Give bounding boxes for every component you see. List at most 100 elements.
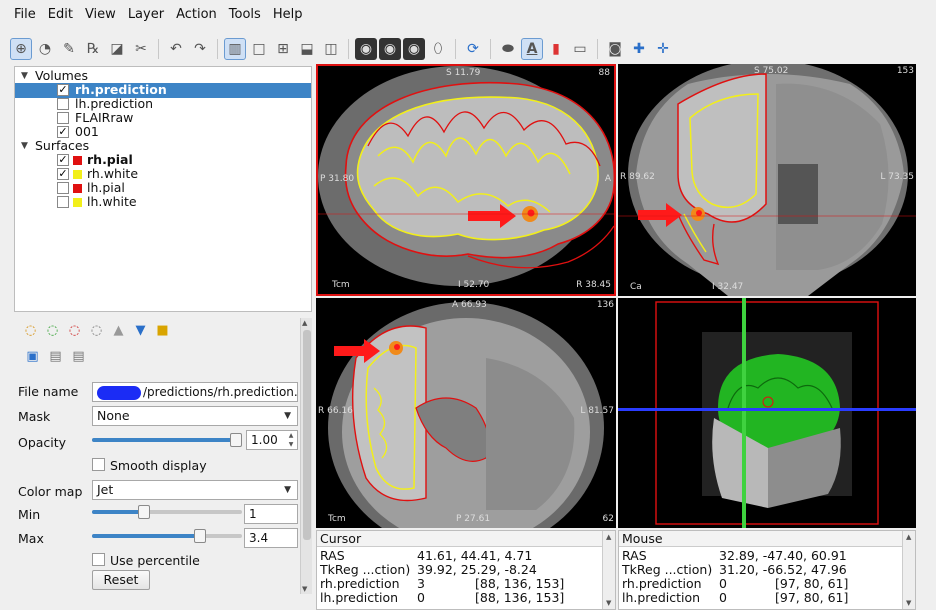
coronal-view[interactable]: S 75.02 153 R 89.62 L 73.35 I 32.47 Ca xyxy=(618,64,916,296)
scroll-up-icon[interactable]: ▲ xyxy=(906,533,911,541)
menu-edit[interactable]: Edit xyxy=(48,7,73,22)
mouse-row-value[interactable]: 0 xyxy=(719,577,727,591)
measure-tool-icon[interactable]: ◔ xyxy=(34,38,56,60)
cursor-row-value[interactable]: 0 xyxy=(417,591,425,605)
layer-tree[interactable]: ▼ Volumes ✓ rh.prediction lh.prediction … xyxy=(14,66,312,312)
show-colorbar-icon[interactable]: ▮ xyxy=(545,38,567,60)
visibility-checkbox[interactable] xyxy=(57,112,69,124)
navigate-tool-icon[interactable]: ⊕ xyxy=(10,38,32,60)
scroll-up-icon[interactable]: ▲ xyxy=(302,319,307,327)
max-slider[interactable] xyxy=(92,529,242,543)
show-coordinate-icon[interactable]: ▭ xyxy=(569,38,591,60)
copy-icon[interactable]: ▤ xyxy=(47,348,64,365)
smooth-display-checkbox[interactable] xyxy=(92,458,105,471)
menu-view[interactable]: View xyxy=(85,7,116,22)
view-3d-icon[interactable]: ⬯ xyxy=(427,38,449,60)
opacity-slider-handle[interactable] xyxy=(230,433,242,447)
save-volume-icon[interactable]: ◌ xyxy=(88,322,105,339)
scroll-down-icon[interactable]: ▼ xyxy=(606,599,611,607)
sagittal-view[interactable]: S 11.79 88 P 31.80 A I 52.70 R 38.45 Tcm xyxy=(316,64,616,296)
spin-arrows-icon[interactable]: ▲ ▼ xyxy=(286,431,296,449)
move-up-icon[interactable]: ▲ xyxy=(110,322,127,339)
menu-action[interactable]: Action xyxy=(176,7,217,22)
recon-edit-icon[interactable]: ℞ xyxy=(82,38,104,60)
visibility-checkbox[interactable]: ✓ xyxy=(57,84,69,96)
cursor-row-value[interactable]: 41.61, 44.41, 4.71 xyxy=(417,549,532,563)
opacity-slider[interactable] xyxy=(92,433,242,447)
cursor-row-value[interactable]: 39.92, 25.29, -8.24 xyxy=(417,563,537,577)
reset-button[interactable]: Reset xyxy=(92,570,150,590)
tree-item-rh-pial[interactable]: ✓ rh.pial xyxy=(15,153,311,167)
new-volume-icon[interactable]: ◌ xyxy=(44,322,61,339)
axial-view[interactable]: A 66.93 136 R 66.16 L 81.57 P 27.61 Tcm … xyxy=(316,298,616,528)
visibility-checkbox[interactable] xyxy=(57,182,69,194)
min-slider[interactable] xyxy=(92,505,242,519)
layout-1x3-horizontal-icon[interactable]: ⬓ xyxy=(296,38,318,60)
tree-item-rh-prediction[interactable]: ✓ rh.prediction xyxy=(15,83,311,98)
tree-item-flairraw[interactable]: FLAIRraw xyxy=(15,111,311,125)
mouse-row-value[interactable]: 0 xyxy=(719,591,727,605)
scroll-up-icon[interactable]: ▲ xyxy=(606,533,611,541)
properties-scrollbar[interactable]: ▲ ▼ xyxy=(300,318,312,594)
layout-3x1-icon[interactable]: ◫ xyxy=(320,38,342,60)
reset-view-icon[interactable]: ⟳ xyxy=(462,38,484,60)
view-axial-icon[interactable]: ◉ xyxy=(403,38,425,60)
show-surface-icon[interactable]: ⬬ xyxy=(497,38,519,60)
scroll-down-icon[interactable]: ▼ xyxy=(302,585,307,593)
tree-item-lh-prediction[interactable]: lh.prediction xyxy=(15,97,311,111)
visibility-checkbox[interactable]: ✓ xyxy=(57,154,69,166)
collapse-triangle-icon[interactable]: ▼ xyxy=(21,69,28,83)
max-input[interactable]: 3.4 xyxy=(244,528,298,548)
file-name-field[interactable]: /predictions/rh.prediction.nii xyxy=(92,382,298,402)
cursor-row-value[interactable]: 3 xyxy=(417,577,425,591)
color-map-select[interactable]: Jet ▼ xyxy=(92,480,298,500)
collapse-triangle-icon[interactable]: ▼ xyxy=(21,139,28,153)
max-slider-handle[interactable] xyxy=(194,529,206,543)
3d-view[interactable] xyxy=(618,298,916,528)
layout-1x3-icon[interactable]: ▥ xyxy=(224,38,246,60)
visibility-checkbox[interactable]: ✓ xyxy=(57,126,69,138)
menu-help[interactable]: Help xyxy=(273,7,303,22)
sync-cursor-icon[interactable]: ✚ xyxy=(628,38,650,60)
lock-icon[interactable]: ■ xyxy=(154,322,171,339)
tree-item-lh-white[interactable]: lh.white xyxy=(15,195,311,209)
scroll-down-icon[interactable]: ▼ xyxy=(906,599,911,607)
opacity-spinbox[interactable]: 1.00 ▲ ▼ xyxy=(246,430,298,450)
save-all-icon[interactable]: ▣ xyxy=(24,348,41,365)
camera-icon[interactable]: ◙ xyxy=(604,38,626,60)
move-down-icon[interactable]: ▼ xyxy=(132,322,149,339)
layout-2x2-icon[interactable]: ⊞ xyxy=(272,38,294,60)
mouse-row-value[interactable]: 32.89, -47.40, 60.91 xyxy=(719,549,847,563)
view-coronal-icon[interactable]: ◉ xyxy=(379,38,401,60)
redo-icon[interactable]: ↷ xyxy=(189,38,211,60)
undo-icon[interactable]: ↶ xyxy=(165,38,187,60)
min-input[interactable]: 1 xyxy=(244,504,298,524)
visibility-checkbox[interactable]: ✓ xyxy=(57,168,69,180)
menu-layer[interactable]: Layer xyxy=(128,7,164,22)
scrollbar-thumb[interactable] xyxy=(303,330,311,540)
sync-views-icon[interactable]: ✛ xyxy=(652,38,674,60)
voxel-edit-icon[interactable]: ✎ xyxy=(58,38,80,60)
tree-group-volumes[interactable]: ▼ Volumes xyxy=(15,69,311,83)
tree-item-rh-white[interactable]: ✓ rh.white xyxy=(15,167,311,181)
view-sagittal-icon[interactable]: ◉ xyxy=(355,38,377,60)
close-volume-icon[interactable]: ◌ xyxy=(66,322,83,339)
visibility-checkbox[interactable] xyxy=(57,196,69,208)
menu-file[interactable]: File xyxy=(14,7,36,22)
tree-item-001[interactable]: ✓ 001 xyxy=(15,125,311,139)
show-annotation-icon[interactable]: A xyxy=(521,38,543,60)
use-percentile-checkbox[interactable] xyxy=(92,553,105,566)
roi-edit-icon[interactable]: ◪ xyxy=(106,38,128,60)
point-set-edit-icon[interactable]: ✂ xyxy=(130,38,152,60)
visibility-checkbox[interactable] xyxy=(57,98,69,110)
menu-tools[interactable]: Tools xyxy=(229,7,261,22)
mouse-row-value[interactable]: 31.20, -66.52, 47.96 xyxy=(719,563,847,577)
paste-icon[interactable]: ▤ xyxy=(70,348,87,365)
mouse-panel-scrollbar[interactable]: ▲ ▼ xyxy=(902,531,915,609)
tree-item-lh-pial[interactable]: lh.pial xyxy=(15,181,311,195)
min-slider-handle[interactable] xyxy=(138,505,150,519)
load-volume-icon[interactable]: ◌ xyxy=(22,322,39,339)
layout-1x1-icon[interactable]: □ xyxy=(248,38,270,60)
cursor-panel-scrollbar[interactable]: ▲ ▼ xyxy=(602,531,615,609)
tree-group-surfaces[interactable]: ▼ Surfaces xyxy=(15,139,311,153)
